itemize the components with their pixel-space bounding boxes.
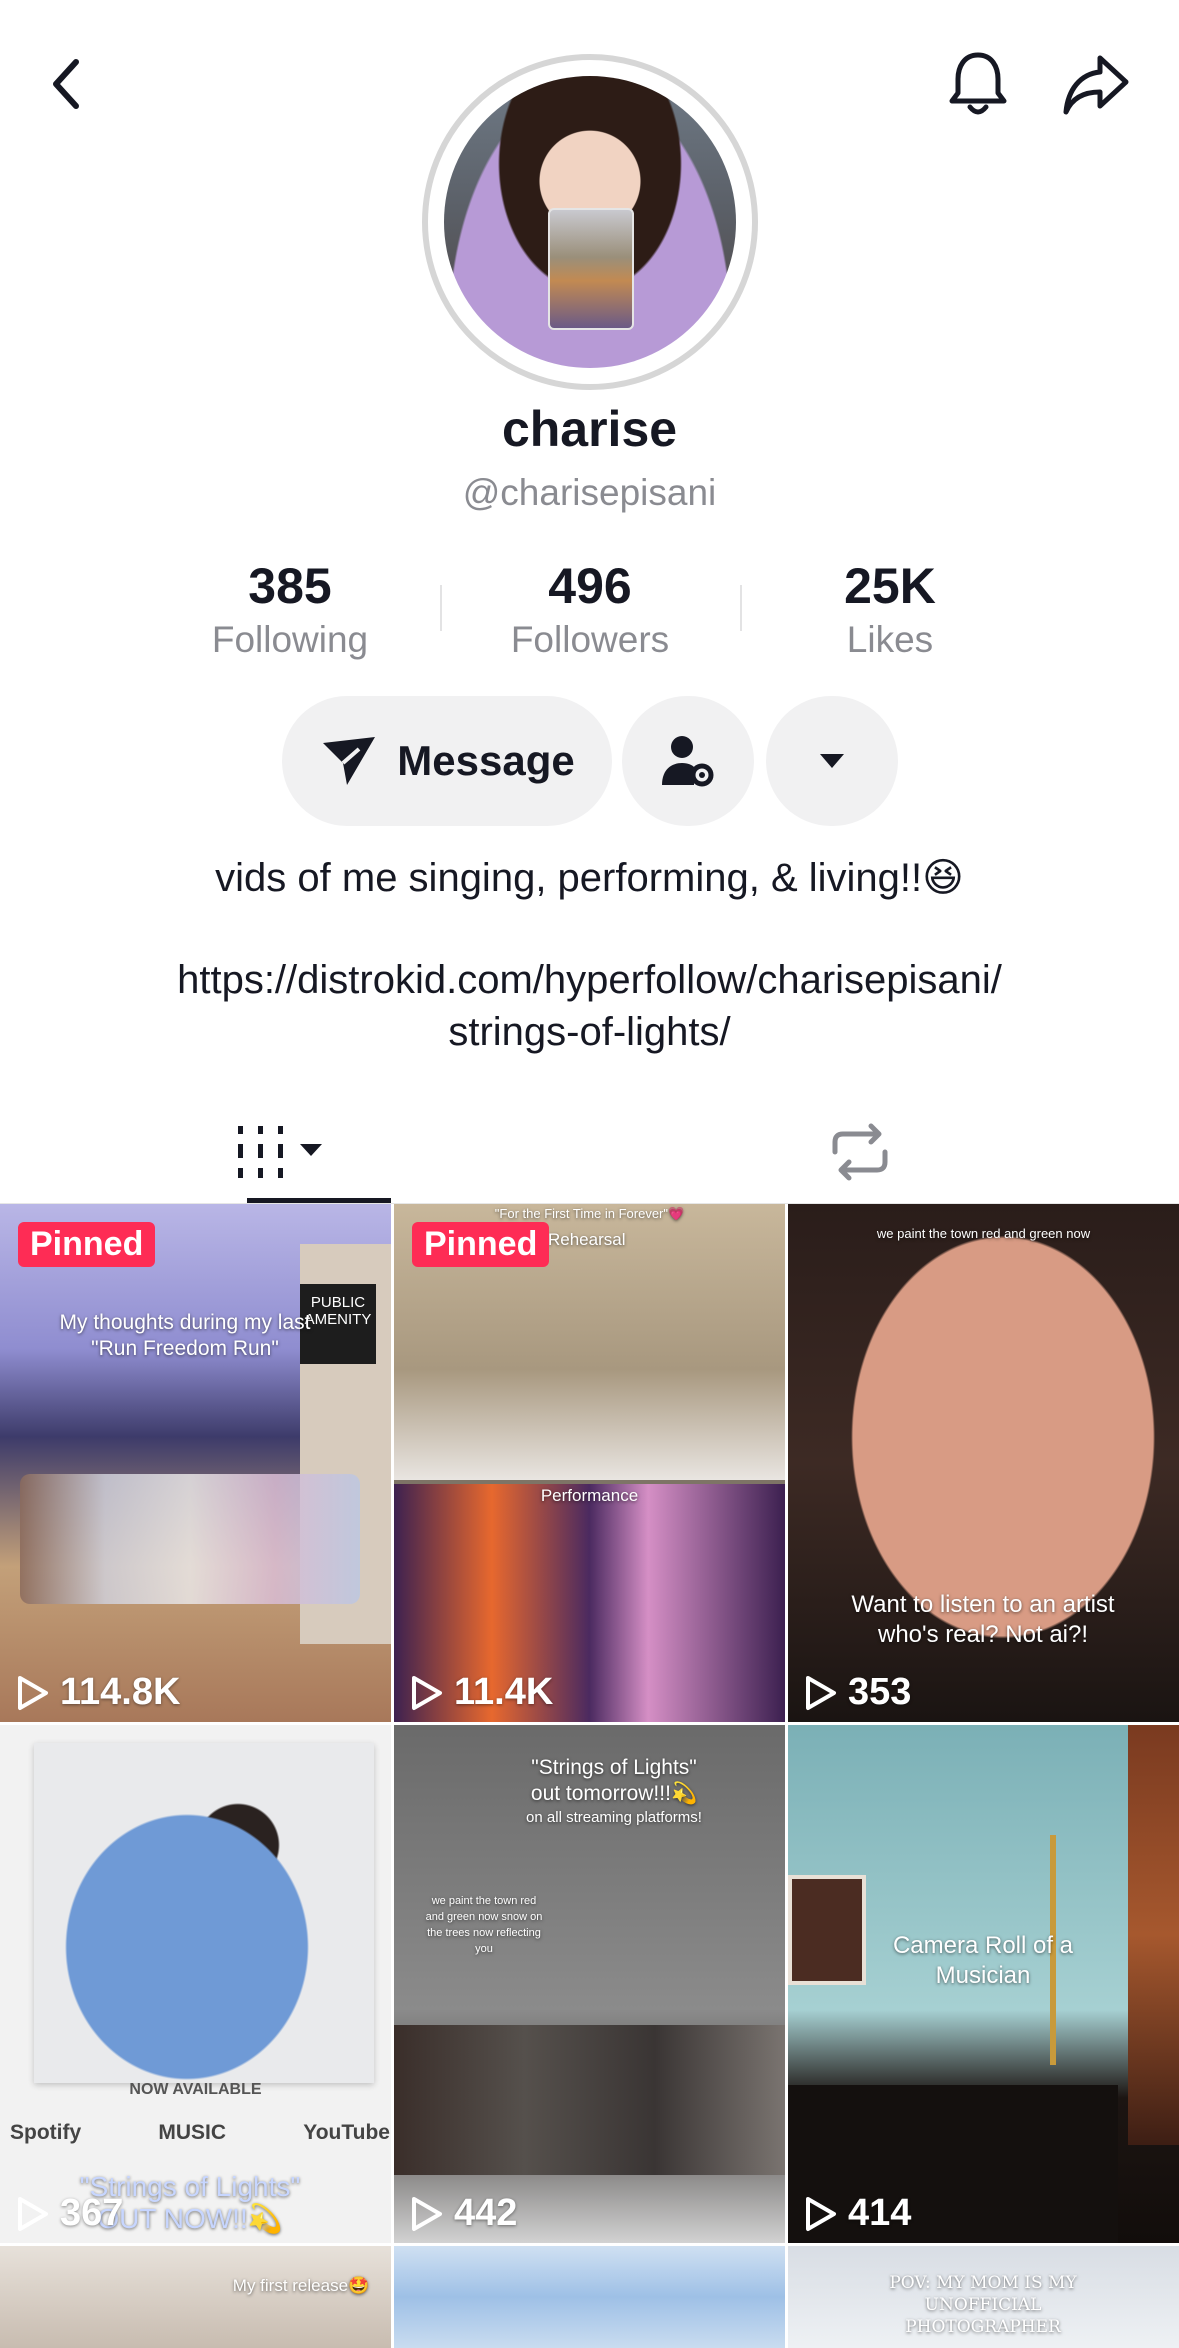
album-art — [34, 1743, 374, 2083]
performance-label: Performance — [540, 1486, 639, 1505]
username: @charisepisani — [462, 472, 717, 513]
spotify-logo: Spotify — [10, 2121, 82, 2144]
likes-label: Likes — [846, 619, 934, 660]
view-count: 367 — [16, 2192, 123, 2235]
video-thumbnail-7[interactable]: My first release🤩 — [0, 2246, 391, 2348]
now-available-text: NOW AVAILABLE — [129, 2081, 262, 2098]
display-name: charise — [501, 401, 678, 457]
video-caption: Camera Roll of a Musician — [892, 1932, 1074, 1989]
play-icon — [412, 2196, 442, 2231]
play-icon — [18, 2196, 48, 2231]
view-count: 11.4K — [410, 1671, 553, 1714]
video-thumbnail-6[interactable]: Camera Roll of a Musician 414 — [788, 1725, 1179, 2243]
play-icon — [18, 1675, 48, 1710]
play-icon — [806, 1675, 836, 1710]
video-thumbnail-9[interactable]: POV: MY MOM IS MY UNOFFICIAL PHOTOGRAPHE… — [788, 2246, 1179, 2348]
video-thumbnail-5[interactable]: "Strings of Lights" out tomorrow!!!💫 on … — [394, 1725, 785, 2243]
performers-stage — [20, 1474, 360, 1604]
send-icon — [323, 737, 376, 785]
video-thumbnail-3[interactable]: we paint the town red and green now Want… — [788, 1204, 1179, 1722]
rehearsal-label: Rehearsal — [548, 1230, 626, 1249]
view-count: 114.8K — [16, 1671, 180, 1714]
more-options-button[interactable] — [766, 696, 898, 826]
house-silhouette — [394, 2025, 785, 2175]
message-button[interactable]: Message — [282, 696, 612, 826]
followers-count: 496 — [548, 558, 632, 614]
bell-icon — [949, 52, 1007, 115]
profile-link[interactable]: https://distrokid.com/hyperfollow/charis… — [0, 954, 1179, 1058]
streaming-logos: Spotify MUSIC YouTube — [10, 2121, 390, 2145]
video-caption-small: on all streaming platforms! — [526, 1809, 702, 1826]
message-label: Message — [397, 737, 575, 784]
play-icon — [806, 2196, 836, 2231]
video-top-caption: "For the First Time in Forever"💗 — [494, 1206, 685, 1221]
bio-text: vids of me singing, performing, & living… — [215, 856, 964, 900]
avatar-product-bag — [548, 208, 634, 330]
apple-music-logo: MUSIC — [158, 2121, 227, 2144]
view-count-text: 11.4K — [454, 1671, 554, 1713]
video-top-caption: we paint the town red and green now — [876, 1226, 1091, 1241]
profile-link-line2: strings-of-lights/ — [448, 1010, 731, 1054]
video-caption: POV: MY MOM IS MY UNOFFICIAL PHOTOGRAPHE… — [889, 2273, 1077, 2337]
caret-down-icon — [820, 754, 844, 768]
video-thumbnail-4[interactable]: NOW AVAILABLE Spotify MUSIC YouTube "Str… — [0, 1725, 391, 2243]
follow-settings-button[interactable] — [622, 696, 754, 826]
play-icon — [412, 1675, 442, 1710]
following-label: Following — [211, 619, 369, 660]
back-button[interactable] — [26, 44, 106, 124]
user-settings-icon — [662, 736, 714, 787]
stat-followers[interactable]: 496 Followers — [440, 554, 740, 662]
view-count-text: 414 — [848, 2192, 912, 2234]
video-thumbnail-2[interactable]: "For the First Time in Forever"💗 Rehears… — [394, 1204, 785, 1722]
followers-label: Followers — [510, 619, 670, 660]
stat-following[interactable]: 385 Following — [140, 554, 440, 662]
notifications-button[interactable] — [938, 44, 1018, 124]
video-grid-icon — [238, 1126, 322, 1178]
view-count: 414 — [804, 2192, 911, 2235]
chevron-left-icon — [53, 59, 79, 109]
video-caption: My first release🤩 — [232, 2276, 370, 2295]
following-count: 385 — [248, 558, 332, 614]
pinned-badge: Pinned — [412, 1222, 550, 1267]
share-button[interactable] — [1056, 44, 1136, 124]
painting — [1128, 1725, 1179, 2145]
video-thumbnail-8[interactable] — [394, 2246, 785, 2348]
youtube-logo: YouTube — [303, 2121, 390, 2144]
profile-link-line1: https://distrokid.com/hyperfollow/charis… — [177, 958, 1002, 1002]
pinned-badge: Pinned — [18, 1222, 156, 1267]
view-count-text: 114.8K — [60, 1671, 181, 1713]
video-caption: My thoughts during my last "Run Freedom … — [59, 1311, 311, 1360]
view-count: 353 — [804, 1671, 911, 1714]
lyrics-caption: we paint the town red and green now snow… — [425, 1895, 543, 1955]
stat-likes[interactable]: 25K Likes — [740, 554, 1040, 662]
repost-icon — [832, 1123, 888, 1181]
tab-reposts[interactable] — [760, 1100, 960, 1204]
likes-count: 25K — [844, 558, 936, 614]
view-count-text: 442 — [454, 2192, 518, 2234]
tab-videos[interactable] — [160, 1100, 400, 1204]
video-caption: "Strings of Lights" out tomorrow!!!💫 — [530, 1756, 698, 1805]
view-count-text: 367 — [60, 2192, 124, 2234]
video-thumbnail-1[interactable]: PUBLIC AMENITY My thoughts during my las… — [0, 1204, 391, 1722]
view-count: 442 — [410, 2192, 517, 2235]
video-caption: Want to listen to an artist who's real? … — [851, 1591, 1115, 1648]
picture-frame — [788, 1875, 866, 1985]
view-count-text: 353 — [848, 1671, 912, 1713]
share-arrow-icon — [1063, 55, 1129, 115]
